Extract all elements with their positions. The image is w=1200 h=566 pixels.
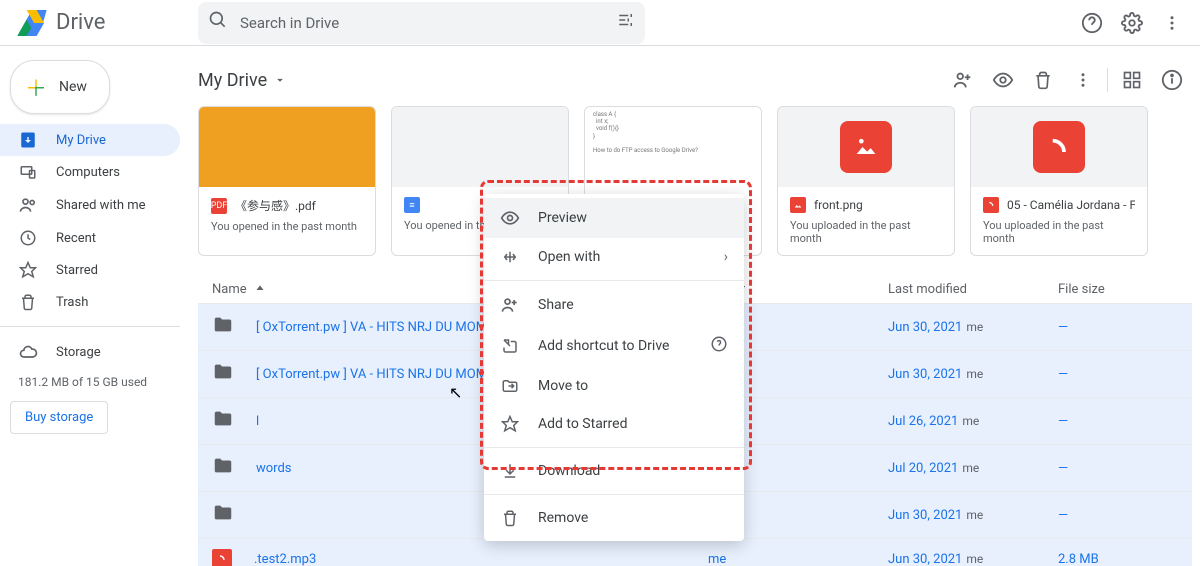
more-icon[interactable] <box>1152 3 1192 43</box>
move-icon <box>500 377 520 395</box>
ctx-star[interactable]: Add to Starred <box>484 405 744 443</box>
row-name: words <box>256 461 292 476</box>
sidebar-item-label: Shared with me <box>56 198 146 213</box>
row-modified: Jul 26, 2021me <box>888 414 1058 429</box>
shortcut-icon <box>500 337 520 355</box>
breadcrumb[interactable]: My Drive <box>198 70 287 91</box>
row-size: — <box>1058 508 1178 523</box>
search-bar[interactable]: Search in Drive <box>198 2 645 44</box>
sidebar-item-label: Starred <box>56 263 98 278</box>
sidebar-item-trash[interactable]: Trash <box>0 286 180 318</box>
row-icon <box>212 408 234 434</box>
help-small-icon <box>710 335 728 357</box>
sidebar-item-label: My Drive <box>56 133 106 148</box>
row-owner: me <box>708 552 888 566</box>
clock-icon <box>18 229 38 247</box>
search-icon <box>208 10 228 35</box>
sidebar-item-label: Recent <box>56 231 96 246</box>
row-modified: Jul 20, 2021me <box>888 461 1058 476</box>
table-row[interactable]: .test2.mp3 meJun 30, 2021me2.8 MB <box>198 538 1192 566</box>
row-size: 2.8 MB <box>1058 552 1178 566</box>
openwith-icon <box>500 248 520 266</box>
ctx-openwith[interactable]: Open with› <box>484 238 744 276</box>
trash-icon[interactable] <box>1023 60 1063 100</box>
card-title: front.png <box>814 198 863 212</box>
drive-logo-icon <box>16 7 48 39</box>
row-icon <box>212 314 234 340</box>
drive-icon <box>18 131 38 149</box>
file-card[interactable]: PDF《参与感》.pdfYou opened in the past month <box>198 106 376 256</box>
sidebar-item-starred[interactable]: Starred <box>0 254 180 286</box>
buy-storage-button[interactable]: Buy storage <box>10 401 108 434</box>
plus-icon: ＋ <box>25 71 47 103</box>
ctx-remove[interactable]: Remove <box>484 499 744 537</box>
ctx-shortcut[interactable]: Add shortcut to Drive <box>484 325 744 367</box>
preview-icon[interactable] <box>983 60 1023 100</box>
new-label: New <box>59 79 87 95</box>
cloud-icon <box>18 342 38 362</box>
row-modified: Jun 30, 2021me <box>888 320 1058 335</box>
sidebar-item-computers[interactable]: Computers <box>0 156 180 188</box>
row-size: — <box>1058 461 1178 476</box>
tune-icon[interactable] <box>617 11 635 34</box>
sidebar-item-label: Trash <box>56 295 88 310</box>
storage-item[interactable]: Storage <box>0 335 180 369</box>
chevron-down-icon <box>273 73 287 87</box>
card-subtitle: You uploaded in the past month <box>983 219 1135 245</box>
info-icon[interactable] <box>1152 60 1192 100</box>
card-title: 《参与感》.pdf <box>235 197 316 214</box>
row-name: l <box>256 414 259 429</box>
star-icon <box>18 261 38 279</box>
ctx-preview[interactable]: Preview <box>484 198 744 238</box>
row-size: — <box>1058 414 1178 429</box>
row-modified: Jun 30, 2021me <box>888 508 1058 523</box>
card-subtitle: You opened in the past month <box>211 220 363 233</box>
sidebar-item-label: Computers <box>56 165 120 180</box>
people-icon <box>18 195 38 215</box>
row-icon <box>212 455 234 481</box>
row-icon <box>212 549 232 566</box>
devices-icon <box>18 163 38 181</box>
star-icon <box>500 415 520 433</box>
search-placeholder: Search in Drive <box>240 14 617 32</box>
context-menu: Preview Open with› Share Add shortcut to… <box>484 194 744 541</box>
row-modified: Jun 30, 2021me <box>888 367 1058 382</box>
row-icon <box>212 361 234 387</box>
download-icon <box>500 462 520 480</box>
ctx-download[interactable]: Download <box>484 452 744 490</box>
sidebar-item-my-drive[interactable]: My Drive <box>0 124 180 156</box>
overflow-icon[interactable] <box>1063 60 1103 100</box>
brand-text: Drive <box>56 10 105 35</box>
storage-used: 181.2 MB of 15 GB used <box>0 369 190 395</box>
card-title: 05 - Camélia Jordana - F... <box>1007 198 1135 212</box>
grid-view-icon[interactable] <box>1112 60 1152 100</box>
new-button[interactable]: ＋ New <box>10 60 110 114</box>
trash-small-icon <box>500 509 520 527</box>
row-name: .test2.mp3 <box>254 552 316 566</box>
ctx-moveto[interactable]: Move to <box>484 367 744 405</box>
help-icon[interactable] <box>1072 3 1112 43</box>
eye-icon <box>500 208 520 228</box>
th-size[interactable]: File size <box>1058 282 1178 297</box>
storage-label: Storage <box>56 345 101 360</box>
sidebar-item-recent[interactable]: Recent <box>0 222 180 254</box>
row-icon <box>212 502 234 528</box>
share-person-icon <box>500 295 520 315</box>
ctx-share[interactable]: Share <box>484 285 744 325</box>
card-subtitle: You uploaded in the past month <box>790 219 942 245</box>
file-card[interactable]: 05 - Camélia Jordana - F... You uploaded … <box>970 106 1148 256</box>
th-name[interactable]: Name <box>212 282 247 297</box>
row-size: — <box>1058 367 1178 382</box>
file-card[interactable]: front.png You uploaded in the past month <box>777 106 955 256</box>
sidebar-item-shared-with-me[interactable]: Shared with me <box>0 188 180 222</box>
sort-asc-icon <box>253 283 267 297</box>
th-modified[interactable]: Last modified <box>888 282 1058 297</box>
breadcrumb-label: My Drive <box>198 70 267 91</box>
row-size: — <box>1058 320 1178 335</box>
chevron-right-icon: › <box>724 249 728 265</box>
trash-icon <box>18 293 38 311</box>
settings-icon[interactable] <box>1112 3 1152 43</box>
share-icon[interactable] <box>943 60 983 100</box>
row-modified: Jun 30, 2021me <box>888 552 1058 566</box>
